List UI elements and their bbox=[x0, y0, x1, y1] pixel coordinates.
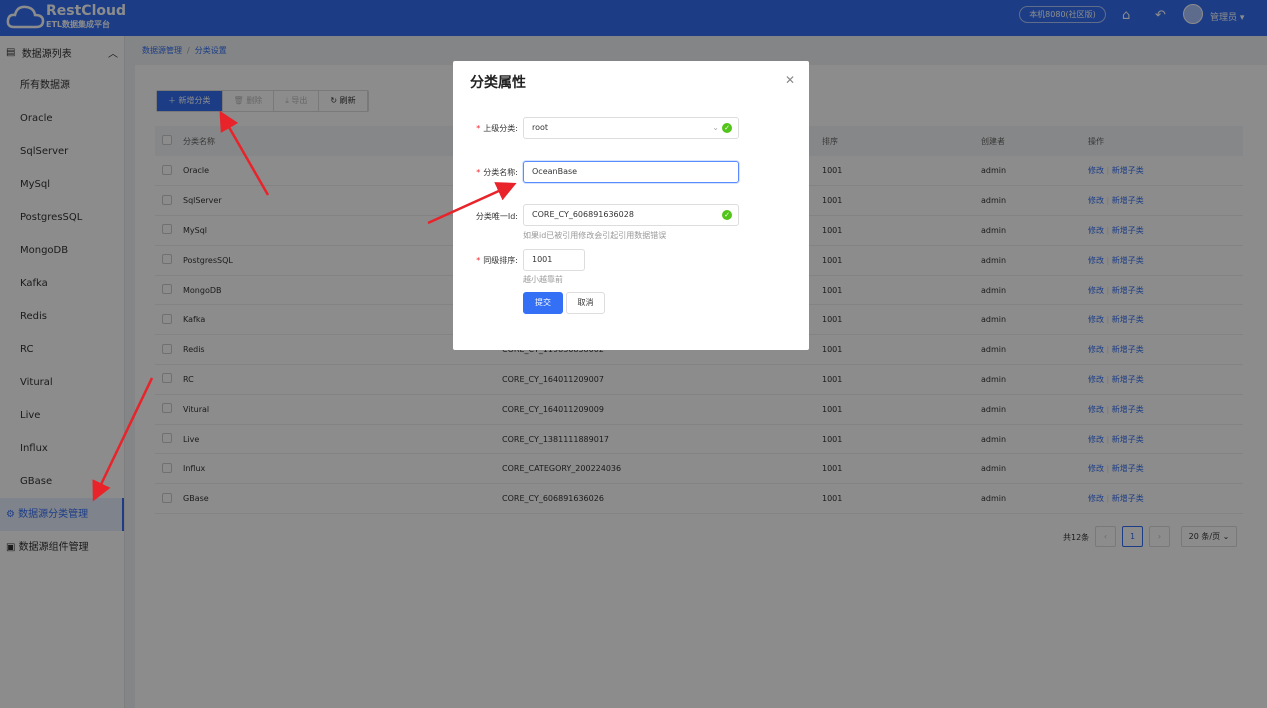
category-name-input[interactable]: OceanBase bbox=[523, 161, 739, 183]
category-id-input[interactable]: CORE_CY_606891636028 ✓ bbox=[523, 204, 739, 226]
name-label: * 分类名称: bbox=[476, 168, 518, 177]
parent-label: * 上级分类: bbox=[476, 124, 518, 133]
cancel-button[interactable]: 取消 bbox=[566, 292, 605, 314]
check-circle-icon: ✓ bbox=[722, 210, 732, 220]
label: 分类名称: bbox=[483, 168, 518, 177]
id-value: CORE_CY_606891636028 bbox=[532, 210, 634, 219]
label: 上级分类: bbox=[483, 124, 518, 133]
parent-category-select[interactable]: root ⌄ ✓ bbox=[523, 117, 739, 139]
id-hint: 如果id已被引用修改会引起引用数据错误 bbox=[523, 231, 667, 240]
order-label: * 同级排序: bbox=[476, 256, 518, 265]
order-hint: 越小越靠前 bbox=[523, 275, 563, 284]
label: 同级排序: bbox=[483, 256, 518, 265]
category-dialog: 分类属性 ✕ * 上级分类: root ⌄ ✓ * 分类名称: OceanBase 分类… bbox=[453, 61, 809, 350]
check-circle-icon: ✓ bbox=[722, 123, 732, 133]
sort-order-input[interactable]: 1001 bbox=[523, 249, 585, 271]
close-icon[interactable]: ✕ bbox=[785, 73, 795, 87]
chevron-down-icon: ⌄ bbox=[712, 123, 719, 132]
dialog-title: 分类属性 bbox=[470, 75, 526, 91]
id-label: 分类唯一Id: bbox=[475, 212, 518, 221]
submit-button[interactable]: 提交 bbox=[523, 292, 563, 314]
parent-value: root bbox=[532, 123, 549, 132]
